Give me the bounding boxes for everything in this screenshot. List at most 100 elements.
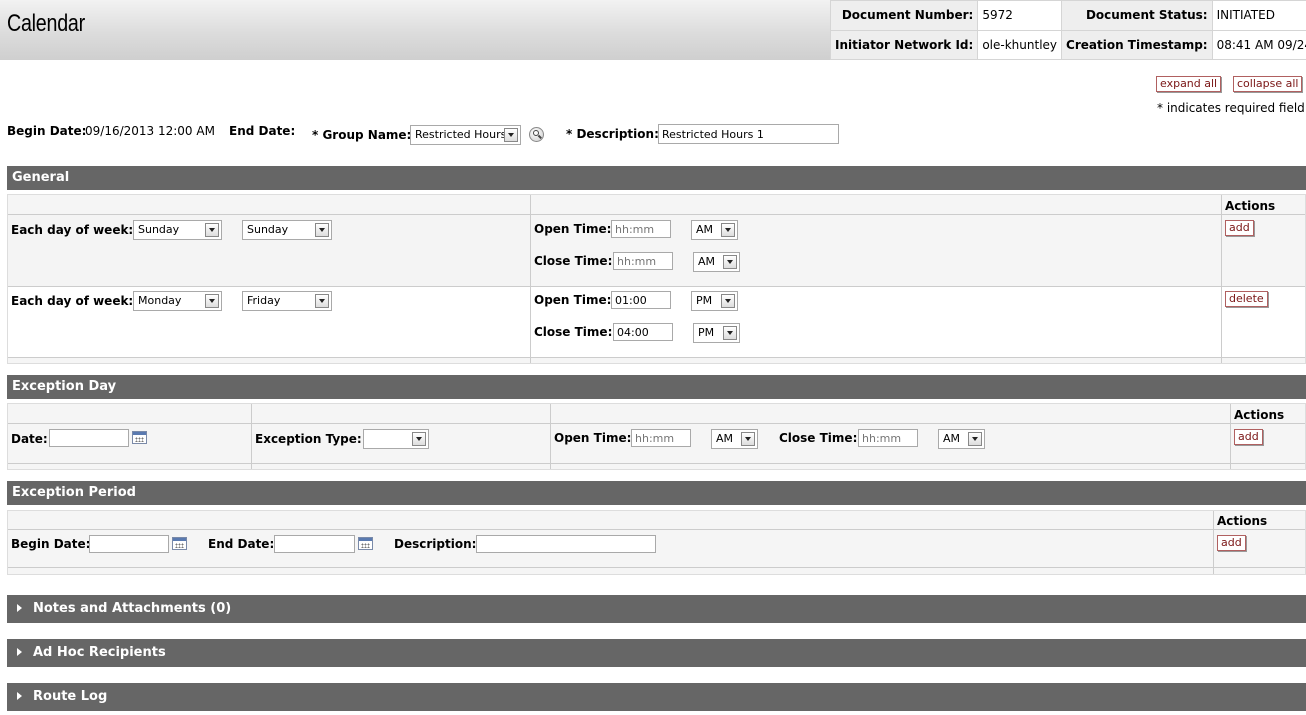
row2-open-ampm-value: PM [696, 294, 713, 307]
row2-open-ampm-select[interactable]: PM [691, 291, 738, 311]
chevron-down-icon [412, 432, 426, 446]
general-actions-header: Actions [1225, 199, 1276, 213]
exception-close-ampm-select[interactable]: AM [938, 429, 985, 449]
period-begin-date-label: Begin Date: [11, 537, 91, 551]
group-name-label: * Group Name: [312, 128, 412, 142]
row2-to-day-value: Friday [247, 294, 281, 307]
period-begin-date-input[interactable] [89, 535, 169, 553]
notes-attachments-section[interactable]: Notes and Attachments (0) [7, 595, 1306, 623]
each-day-of-week-label: Each day of week: [11, 223, 134, 237]
period-description-input[interactable] [476, 535, 656, 553]
exception-date-input[interactable] [49, 429, 129, 447]
row1-from-day-value: Sunday [138, 223, 180, 236]
triangle-right-icon [17, 604, 22, 612]
exception-day-actions-header: Actions [1234, 408, 1285, 422]
exception-day-section-header: Exception Day [7, 375, 1306, 399]
chevron-down-icon [721, 294, 735, 308]
row1-close-time-input[interactable] [613, 252, 673, 270]
row1-open-ampm-select[interactable]: AM [691, 220, 738, 240]
required-field-note: * indicates required field [1157, 101, 1305, 115]
header-bar [0, 0, 830, 60]
route-log-section[interactable]: Route Log [7, 683, 1306, 711]
end-date-label: End Date: [229, 124, 296, 138]
calendar-icon[interactable] [172, 537, 187, 550]
creation-timestamp-value: 08:41 AM 09/24/20 [1211, 29, 1306, 60]
exception-type-select[interactable] [363, 429, 429, 449]
row1-from-day-select[interactable]: Sunday [133, 220, 222, 240]
chevron-down-icon [315, 294, 329, 308]
row1-close-ampm-select[interactable]: AM [693, 252, 740, 272]
row1-open-ampm-value: AM [696, 223, 714, 236]
page-title: Calendar [7, 10, 85, 37]
row2-close-ampm-select[interactable]: PM [693, 323, 740, 343]
chevron-down-icon [504, 128, 518, 142]
triangle-right-icon [17, 648, 22, 656]
document-number-label: Document Number: [829, 0, 979, 31]
exception-type-label: Exception Type: [255, 432, 362, 446]
ad-hoc-recipients-title: Ad Hoc Recipients [33, 645, 166, 660]
exception-period-add-button[interactable]: add [1217, 535, 1246, 551]
general-add-button[interactable]: add [1225, 220, 1254, 236]
exception-open-ampm-value: AM [716, 432, 734, 445]
ad-hoc-recipients-section[interactable]: Ad Hoc Recipients [7, 639, 1306, 667]
begin-date-value: 09/16/2013 12:00 AM [85, 124, 215, 138]
period-end-date-label: End Date: [208, 537, 275, 551]
route-log-title: Route Log [33, 689, 108, 704]
each-day-of-week-label: Each day of week: [11, 294, 134, 308]
document-status-label: Document Status: [1061, 0, 1213, 31]
initiator-value: ole-khuntley [977, 29, 1063, 60]
row2-to-day-select[interactable]: Friday [242, 291, 332, 311]
chevron-down-icon [205, 223, 219, 237]
row2-close-ampm-value: PM [698, 326, 715, 339]
calendar-icon[interactable] [358, 537, 373, 550]
exception-period-panel [7, 510, 1306, 575]
row2-from-day-value: Monday [138, 294, 182, 307]
row1-to-day-value: Sunday [247, 223, 289, 236]
row2-open-time-label: Open Time: [534, 293, 612, 307]
general-section-header: General [7, 166, 1306, 190]
exception-open-ampm-select[interactable]: AM [711, 429, 758, 449]
row1-open-time-label: Open Time: [534, 222, 612, 236]
row1-close-ampm-value: AM [698, 255, 716, 268]
chevron-down-icon [205, 294, 219, 308]
notes-attachments-title: Notes and Attachments (0) [33, 601, 232, 616]
exception-close-time-input[interactable] [858, 429, 918, 447]
exception-close-ampm-value: AM [943, 432, 961, 445]
expand-all-button[interactable]: expand all [1156, 76, 1222, 92]
row1-to-day-select[interactable]: Sunday [242, 220, 332, 240]
period-description-label: Description: [394, 537, 477, 551]
creation-timestamp-label: Creation Timestamp: [1061, 29, 1213, 60]
exception-open-time-input[interactable] [631, 429, 691, 447]
exception-date-label: Date: [11, 432, 48, 446]
chevron-down-icon [741, 432, 755, 446]
group-name-select[interactable]: Restricted Hours [410, 125, 521, 145]
description-label: * Description: [566, 127, 659, 141]
row2-from-day-select[interactable]: Monday [133, 291, 222, 311]
group-name-search-icon[interactable] [529, 127, 544, 142]
group-name-selected: Restricted Hours [415, 128, 507, 141]
exception-period-section-header: Exception Period [7, 481, 1306, 505]
collapse-all-button[interactable]: collapse all [1233, 76, 1303, 92]
chevron-down-icon [723, 255, 737, 269]
triangle-right-icon [17, 692, 22, 700]
chevron-down-icon [968, 432, 982, 446]
chevron-down-icon [721, 223, 735, 237]
chevron-down-icon [315, 223, 329, 237]
calendar-icon[interactable] [132, 431, 147, 444]
document-info-table: Document Number: 5972 Document Status: I… [829, 0, 1306, 60]
exception-open-time-label: Open Time: [554, 431, 632, 445]
period-end-date-input[interactable] [274, 535, 355, 553]
exception-close-time-label: Close Time: [779, 431, 858, 445]
document-number-value: 5972 [977, 0, 1063, 31]
chevron-down-icon [723, 326, 737, 340]
document-status-value: INITIATED [1211, 0, 1306, 31]
initiator-label: Initiator Network Id: [829, 29, 979, 60]
row1-open-time-input[interactable] [611, 220, 671, 238]
exception-day-add-button[interactable]: add [1234, 429, 1263, 445]
row2-close-time-input[interactable] [613, 323, 673, 341]
description-input[interactable] [658, 124, 839, 144]
exception-period-actions-header: Actions [1217, 514, 1268, 528]
row2-close-time-label: Close Time: [534, 325, 613, 339]
row2-open-time-input[interactable] [611, 291, 671, 309]
general-delete-button[interactable]: delete [1225, 291, 1268, 307]
